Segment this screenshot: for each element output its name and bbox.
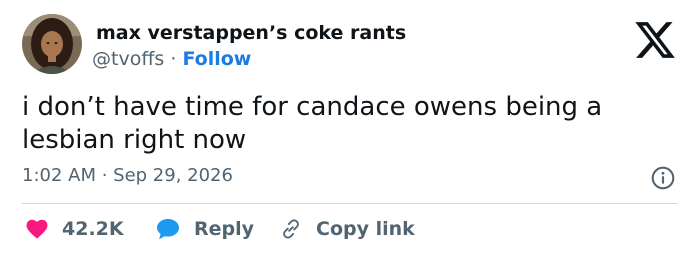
info-icon[interactable] xyxy=(650,165,676,191)
like-count: 42.2K xyxy=(62,218,124,240)
copy-link-label: Copy link xyxy=(316,218,415,240)
avatar[interactable] xyxy=(22,14,82,74)
tweet-card: max verstappen’s coke rants @tvoffs · Fo… xyxy=(0,0,700,256)
reply-button[interactable]: Reply xyxy=(156,214,254,244)
follow-button[interactable]: Follow xyxy=(182,48,251,70)
author-name[interactable]: max verstappen’s coke rants xyxy=(96,22,406,44)
like-button[interactable]: 42.2K xyxy=(26,214,124,244)
heart-icon xyxy=(26,219,48,239)
tweet-text: i don’t have time for candace owens bein… xyxy=(22,92,603,155)
speech-bubble-icon xyxy=(157,219,179,240)
x-logo-icon[interactable] xyxy=(633,18,677,62)
handle-separator: · xyxy=(170,48,177,70)
handle-row: @tvoffs · Follow xyxy=(92,48,251,70)
reply-label: Reply xyxy=(194,218,255,240)
timestamp-link[interactable]: 1:02 AM · Sep 29, 2026 xyxy=(22,165,233,186)
author-handle[interactable]: @tvoffs xyxy=(92,48,164,70)
divider xyxy=(22,203,678,204)
link-icon xyxy=(283,219,299,239)
copy-link-button[interactable]: Copy link xyxy=(280,214,415,244)
